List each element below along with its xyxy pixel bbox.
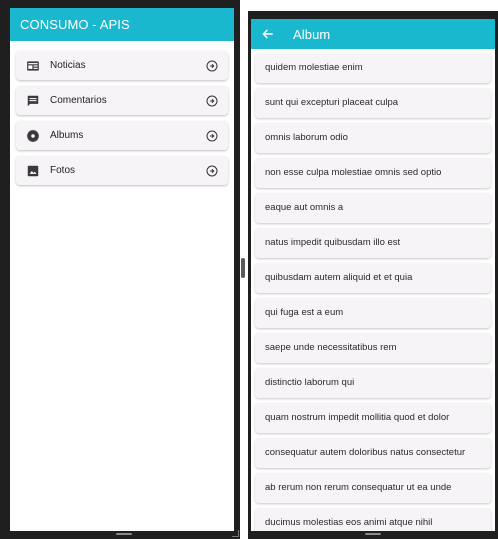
right-device-frame: Album quidem molestiae enim sunt qui exc… [248,11,498,539]
album-item[interactable]: omnis laborum odio [255,123,491,153]
album-item[interactable]: quam nostrum impedit mollitia quod et do… [255,403,491,433]
menu-item-label: Albums [50,130,84,141]
arrow-circle-right-icon[interactable] [206,130,218,142]
arrow-circle-right-icon[interactable] [206,60,218,72]
app-title: Album [293,26,331,42]
arrow-circle-right-icon[interactable] [206,165,218,177]
album-item[interactable]: distinctio laborum qui [255,368,491,398]
app-title: CONSUMO - APIS [20,17,130,32]
app-bar: CONSUMO - APIS [10,8,234,41]
system-nav-bar [0,531,240,539]
album-item[interactable]: sunt qui excepturi placeat culpa [255,88,491,118]
album-item[interactable]: qui fuga est a eum [255,298,491,328]
menu-item-comentarios[interactable]: Comentarios [16,86,228,115]
news-icon [27,60,39,71]
album-item[interactable]: ab rerum non rerum consequatur ut ea und… [255,473,491,503]
app-bar: Album [251,19,495,49]
split-divider[interactable] [240,0,248,539]
drag-handle-icon[interactable] [241,258,245,278]
album-item[interactable]: saepe unde necessitatibus rem [255,333,491,363]
resize-corner-icon[interactable] [232,530,239,537]
back-arrow-icon[interactable] [261,27,275,41]
album-item[interactable]: quidem molestiae enim [255,53,491,83]
album-item[interactable]: ducimus molestias eos animi atque nihil [255,508,491,533]
menu-item-noticias[interactable]: Noticias [16,51,228,80]
menu-item-label: Comentarios [50,95,107,106]
album-item[interactable]: consequatur autem doloribus natus consec… [255,438,491,468]
menu-item-albums[interactable]: Albums [16,121,228,150]
album-item[interactable]: natus impedit quibusdam illo est [255,228,491,258]
left-app-screen: CONSUMO - APIS Noticias Comentarios Albu… [10,8,234,531]
album-item[interactable]: quibusdam autem aliquid et et quia [255,263,491,293]
right-app-screen: Album quidem molestiae enim sunt qui exc… [251,19,495,533]
menu-item-fotos[interactable]: Fotos [16,156,228,185]
api-menu-list: Noticias Comentarios Albums Fotos [10,41,234,185]
arrow-circle-right-icon[interactable] [206,95,218,107]
comment-icon [27,95,39,106]
left-device-frame: CONSUMO - APIS Noticias Comentarios Albu… [0,0,240,539]
album-item[interactable]: non esse culpa molestiae omnis sed optio [255,158,491,188]
menu-item-label: Noticias [50,60,86,71]
album-item[interactable]: eaque aut omnis a [255,193,491,223]
album-list: quidem molestiae enim sunt qui excepturi… [251,49,495,533]
home-gesture-pill[interactable] [116,533,132,535]
menu-item-label: Fotos [50,165,76,176]
system-nav-bar [248,531,498,539]
home-gesture-pill[interactable] [365,533,381,535]
photo-icon [27,165,39,176]
album-icon [27,129,39,142]
